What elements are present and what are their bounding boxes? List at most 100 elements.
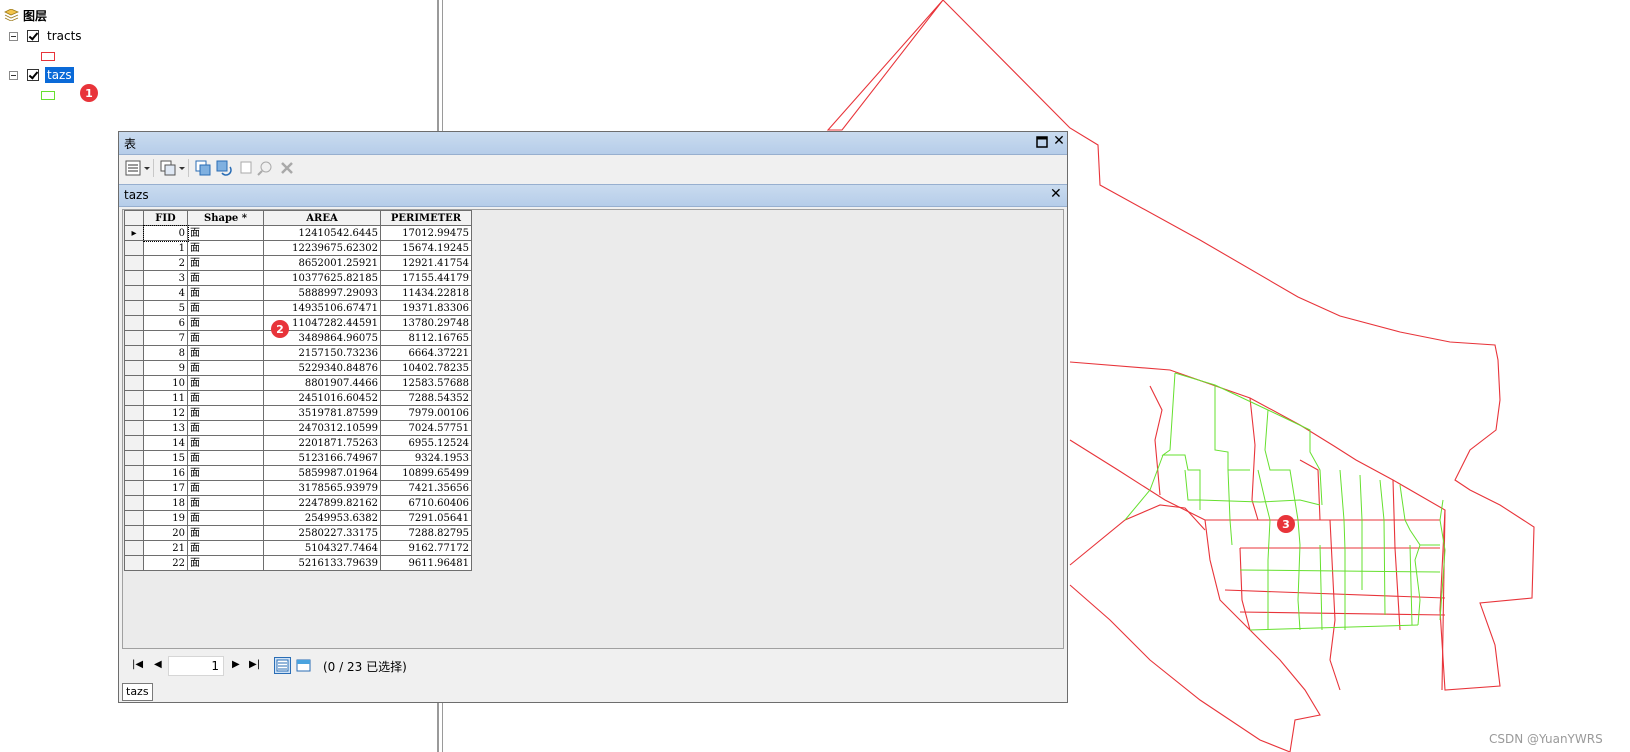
cell-shape[interactable]: 面	[187, 510, 264, 526]
table-row[interactable]: 18 面 2247899.82162 6710.60406	[124, 495, 472, 511]
row-selector[interactable]	[124, 405, 144, 421]
cell-shape[interactable]: 面	[187, 465, 264, 481]
cell-perimeter[interactable]: 8112.16765	[380, 330, 472, 346]
table-row[interactable]: 6 面 11047282.44591 13780.29748	[124, 315, 472, 331]
row-selector[interactable]	[124, 255, 144, 271]
row-selector[interactable]	[124, 285, 144, 301]
cell-perimeter[interactable]: 11434.22818	[380, 285, 472, 301]
show-selected-records-icon[interactable]	[295, 657, 312, 674]
cell-shape[interactable]: 面	[187, 525, 264, 541]
table-row[interactable]: 8 面 2157150.73236 6664.37221	[124, 345, 472, 361]
window-titlebar[interactable]: 表 ✕	[119, 132, 1067, 155]
cell-shape[interactable]: 面	[187, 375, 264, 391]
row-selector[interactable]	[124, 465, 144, 481]
cell-shape[interactable]: 面	[187, 405, 264, 421]
row-selector[interactable]	[124, 345, 144, 361]
attribute-grid-area[interactable]: FID Shape * AREA PERIMETER ▸ 0 面 12410542.6…	[122, 209, 1064, 649]
related-tables-icon[interactable]	[160, 160, 176, 176]
table-row[interactable]: 13 面 2470312.10599 7024.57751	[124, 420, 472, 436]
table-row[interactable]: 5 面 14935106.67471 19371.83306	[124, 300, 472, 316]
select-by-attributes-icon[interactable]	[195, 160, 211, 176]
chevron-down-icon[interactable]	[144, 167, 150, 170]
cell-area[interactable]: 10377625.82185	[263, 270, 381, 286]
delete-selected-icon[interactable]	[279, 160, 295, 176]
row-selector[interactable]	[124, 510, 144, 526]
table-row[interactable]: ▸ 0 面 12410542.6445 17012.99475	[124, 224, 472, 242]
cell-fid[interactable]: 9	[143, 360, 188, 376]
cell-area[interactable]: 2247899.82162	[263, 495, 381, 511]
layer-name-tazs[interactable]: tazs	[45, 67, 74, 83]
column-header-perimeter[interactable]: PERIMETER	[380, 210, 472, 226]
cell-shape[interactable]: 面	[187, 495, 264, 511]
cell-fid[interactable]: 20	[143, 525, 188, 541]
cell-shape[interactable]: 面	[187, 285, 264, 301]
cell-area[interactable]: 2549953.6382	[263, 510, 381, 526]
row-selector[interactable]	[124, 240, 144, 256]
cell-shape[interactable]: 面	[187, 345, 264, 361]
cell-shape[interactable]: 面	[187, 435, 264, 451]
table-row[interactable]: 14 面 2201871.75263 6955.12524	[124, 435, 472, 451]
show-all-records-icon[interactable]	[274, 657, 291, 674]
cell-shape[interactable]: 面	[187, 390, 264, 406]
cell-shape[interactable]: 面	[187, 270, 264, 286]
cell-area[interactable]: 12239675.62302	[263, 240, 381, 256]
cell-fid[interactable]: 15	[143, 450, 188, 466]
cell-area[interactable]: 5104327.7464	[263, 540, 381, 556]
cell-area[interactable]: 2451016.60452	[263, 390, 381, 406]
cell-area[interactable]: 5123166.74967	[263, 450, 381, 466]
cell-perimeter[interactable]: 12583.57688	[380, 375, 472, 391]
cell-shape[interactable]: 面	[187, 315, 264, 331]
cell-perimeter[interactable]: 6955.12524	[380, 435, 472, 451]
cell-shape[interactable]: 面	[187, 330, 264, 346]
cell-perimeter[interactable]: 17155.44179	[380, 270, 472, 286]
cell-shape[interactable]: 面	[187, 360, 264, 376]
cell-area[interactable]: 5859987.01964	[263, 465, 381, 481]
row-selector[interactable]	[124, 270, 144, 286]
table-row[interactable]: 22 面 5216133.79639 9611.96481	[124, 555, 472, 571]
layer-name-tracts[interactable]: tracts	[45, 28, 84, 44]
zoom-to-selected-icon[interactable]	[257, 160, 273, 176]
cell-fid[interactable]: 5	[143, 300, 188, 316]
cell-fid[interactable]: 2	[143, 255, 188, 271]
cell-fid[interactable]: 11	[143, 390, 188, 406]
cell-perimeter[interactable]: 7979.00106	[380, 405, 472, 421]
cell-fid[interactable]: 8	[143, 345, 188, 361]
restore-window-icon[interactable]	[1036, 136, 1048, 148]
table-row[interactable]: 11 面 2451016.60452 7288.54352	[124, 390, 472, 406]
cell-fid[interactable]: 19	[143, 510, 188, 526]
row-selector[interactable]	[124, 360, 144, 376]
table-row[interactable]: 17 面 3178565.93979 7421.35656	[124, 480, 472, 496]
table-row[interactable]: 9 面 5229340.84876 10402.78235	[124, 360, 472, 376]
cell-area[interactable]: 8652001.25921	[263, 255, 381, 271]
table-row[interactable]: 12 面 3519781.87599 7979.00106	[124, 405, 472, 421]
table-row[interactable]: 10 面 8801907.4466 12583.57688	[124, 375, 472, 391]
table-row[interactable]: 19 面 2549953.6382 7291.05641	[124, 510, 472, 526]
cell-perimeter[interactable]: 13780.29748	[380, 315, 472, 331]
last-record-icon[interactable]: ▶|	[249, 659, 260, 670]
row-selector-header[interactable]	[124, 210, 144, 226]
row-selector[interactable]	[124, 300, 144, 316]
cell-area[interactable]: 8801907.4466	[263, 375, 381, 391]
row-selector[interactable]	[124, 540, 144, 556]
row-selector[interactable]	[124, 330, 144, 346]
cell-fid[interactable]: 1	[143, 240, 188, 256]
cell-area[interactable]: 2470312.10599	[263, 420, 381, 436]
cell-fid[interactable]: 6	[143, 315, 188, 331]
cell-shape[interactable]: 面	[187, 420, 264, 436]
row-selector[interactable]	[124, 435, 144, 451]
table-row[interactable]: 2 面 8652001.25921 12921.41754	[124, 255, 472, 271]
cell-fid[interactable]: 7	[143, 330, 188, 346]
cell-area[interactable]: 3519781.87599	[263, 405, 381, 421]
cell-fid[interactable]: 22	[143, 555, 188, 571]
cell-perimeter[interactable]: 9162.77172	[380, 540, 472, 556]
previous-record-icon[interactable]: ◀	[154, 659, 162, 670]
cell-area[interactable]: 12410542.6445	[263, 225, 381, 241]
cell-area[interactable]: 2580227.33175	[263, 525, 381, 541]
table-bottom-tab[interactable]: tazs	[122, 683, 153, 701]
collapse-toggle[interactable]	[9, 70, 18, 80]
cell-perimeter[interactable]: 6710.60406	[380, 495, 472, 511]
table-row[interactable]: 7 面 3489864.96075 8112.16765	[124, 330, 472, 346]
cell-perimeter[interactable]: 7288.82795	[380, 525, 472, 541]
toc-layer-tracts[interactable]: tracts	[9, 27, 84, 45]
table-row[interactable]: 20 面 2580227.33175 7288.82795	[124, 525, 472, 541]
